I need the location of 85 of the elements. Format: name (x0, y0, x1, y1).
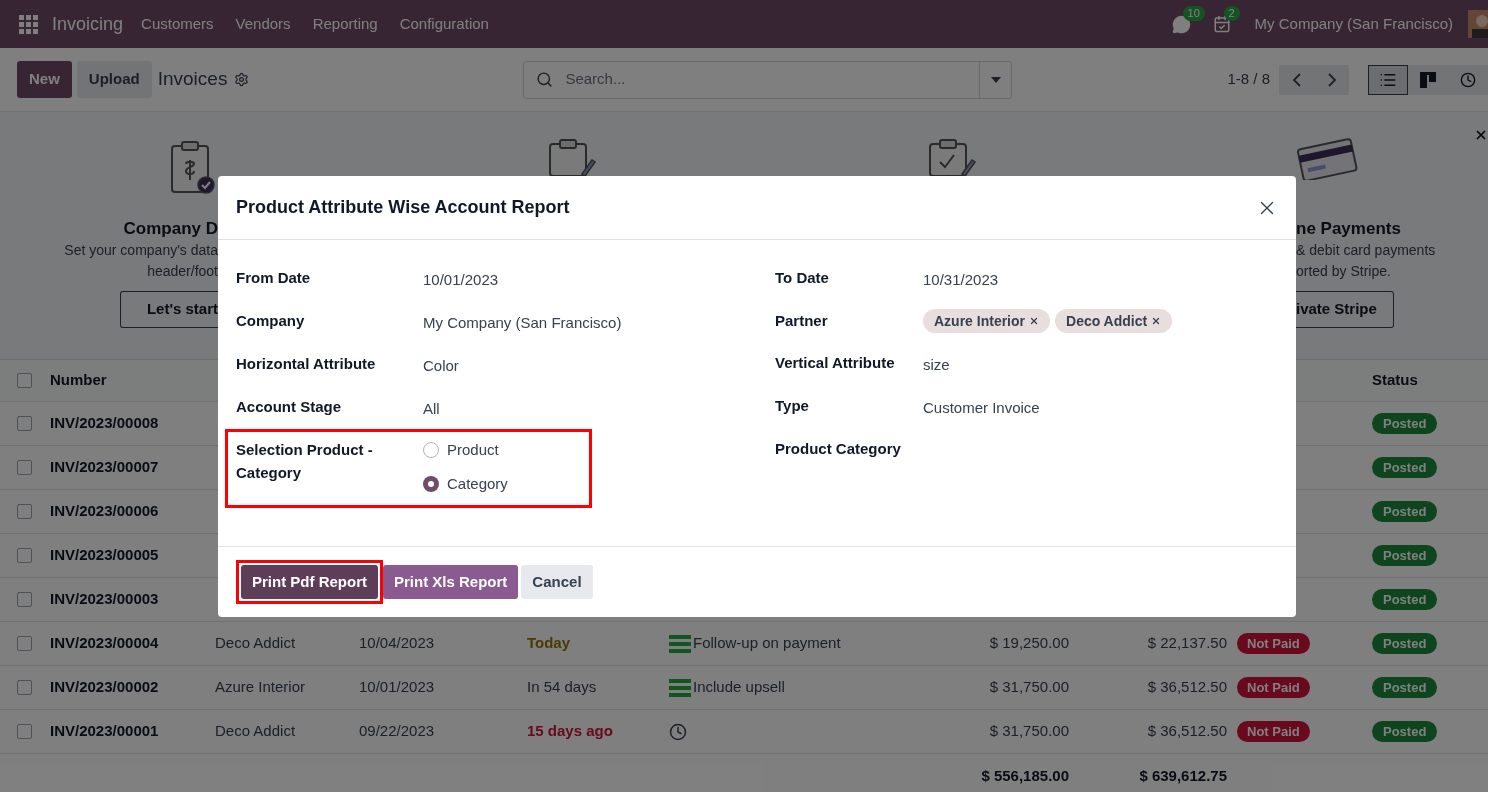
card-title: Company D (123, 218, 218, 240)
dialog-button[interactable]: Print Pdf Report (241, 565, 378, 599)
new-button[interactable]: New (17, 61, 72, 98)
card-description: header/foot (147, 262, 218, 281)
table-cell: In 54 days (527, 678, 597, 696)
payment-status-badge: Not Paid (1237, 677, 1310, 699)
field-label: Vertical Attribute (775, 353, 896, 373)
status-badge: Posted (1372, 457, 1438, 479)
table-cell: $ 31,750.00 (989, 678, 1069, 696)
status-badge: Posted (1372, 545, 1438, 567)
table-cell: $ 22,137.50 (1147, 634, 1227, 652)
table-cell: 10/04/2023 (359, 634, 435, 652)
activity-summary: Follow-up on payment (693, 633, 841, 654)
field-label: To Date (775, 268, 830, 288)
table-cell: $ 19,250.00 (989, 634, 1069, 652)
card-description: orted by Stripe. (1296, 262, 1391, 281)
activity-count-badge: 2 (1223, 6, 1240, 21)
table-cell-text: INV/2023/00008 (50, 413, 160, 434)
table-cell: 10/01/2023 (359, 678, 435, 696)
card-description: & debit card payments (1296, 241, 1436, 260)
field-value[interactable]: Customer Invoice (923, 394, 1040, 419)
pager-value[interactable]: 1-8 / 8 (1227, 68, 1270, 91)
field-label: Horizontal Attribute (236, 354, 377, 374)
menu-item[interactable]: Configuration (388, 12, 500, 36)
table-cell: Deco Addict (215, 634, 296, 652)
table-cell-text: INV/2023/00007 (50, 457, 160, 478)
total-cell: $ 639,612.75 (1139, 766, 1227, 784)
menu-item[interactable]: Vendors (224, 12, 302, 36)
tag-label: Deco Addict (1066, 311, 1148, 331)
status-badge: Posted (1372, 677, 1438, 699)
table-cell: Azure Interior (215, 678, 306, 696)
table-cell: 09/22/2023 (359, 722, 435, 740)
table-cell: 15 days ago (527, 722, 613, 740)
search-field[interactable]: Search... (565, 68, 980, 91)
page-title: Invoices (157, 67, 228, 92)
upload-button[interactable]: Upload (76, 61, 152, 98)
company-name[interactable]: My Company (San Francisco) (1254, 12, 1453, 36)
field-value[interactable]: Color (423, 352, 459, 377)
table-cell-text: INV/2023/00001 (50, 721, 160, 742)
total-cell: $ 556,185.00 (981, 766, 1069, 784)
payment-status-badge: Not Paid (1237, 633, 1310, 655)
field-label: Selection Product - Category (236, 440, 374, 483)
status-badge: Posted (1372, 501, 1438, 523)
status-badge: Posted (1372, 413, 1438, 435)
menu-item[interactable]: Customers (130, 12, 225, 36)
field-label: Product Category (775, 439, 902, 459)
status-badge: Posted (1372, 721, 1438, 743)
table-cell: $ 36,512.50 (1147, 678, 1227, 696)
table-cell: $ 31,750.00 (989, 722, 1069, 740)
field-value[interactable]: size (923, 351, 950, 376)
status-badge: Posted (1372, 633, 1438, 655)
table-cell-text: INV/2023/00005 (50, 545, 160, 566)
table-cell-text: INV/2023/00003 (50, 589, 160, 610)
dialog-title: Product Attribute Wise Account Report (236, 196, 570, 219)
field-label: Type (775, 396, 810, 416)
dialog-button[interactable]: Cancel (521, 565, 593, 599)
field-label: Company (236, 311, 306, 331)
activity-summary: Include upsell (693, 677, 785, 698)
radio-label[interactable]: Product (447, 438, 499, 461)
card-title: ne Payments (1296, 218, 1401, 240)
table-cell-text: INV/2023/00006 (50, 501, 160, 522)
field-value[interactable]: 10/31/2023 (923, 266, 999, 291)
field-label: Partner (775, 311, 829, 331)
column-header[interactable]: Status (1372, 369, 1488, 392)
radio-label[interactable]: Category (447, 472, 508, 495)
table-cell-text: INV/2023/00002 (50, 677, 160, 698)
table-cell: Deco Addict (215, 722, 296, 740)
dialog-button[interactable]: Print Xls Report (383, 565, 519, 599)
card-description: Set your company's data (64, 241, 218, 260)
status-badge: Posted (1372, 589, 1438, 611)
table-cell-text: INV/2023/00004 (50, 633, 160, 654)
table-cell: Today (527, 634, 571, 652)
field-label: Account Stage (236, 397, 342, 417)
field-label: From Date (236, 268, 312, 288)
field-value[interactable]: My Company (San Francisco) (423, 309, 622, 334)
field-value[interactable]: All (423, 395, 440, 420)
field-value[interactable]: 10/01/2023 (423, 266, 499, 291)
tag-label: Azure Interior (934, 311, 1025, 331)
payment-status-badge: Not Paid (1237, 721, 1310, 743)
menu-item[interactable]: Reporting (301, 12, 389, 36)
search-bar[interactable]: Search... (523, 60, 1013, 99)
app-name[interactable]: Invoicing (52, 10, 124, 38)
column-header[interactable]: Number (50, 369, 215, 392)
message-count-badge: 10 (1182, 5, 1205, 21)
table-cell: $ 36,512.50 (1147, 722, 1227, 740)
